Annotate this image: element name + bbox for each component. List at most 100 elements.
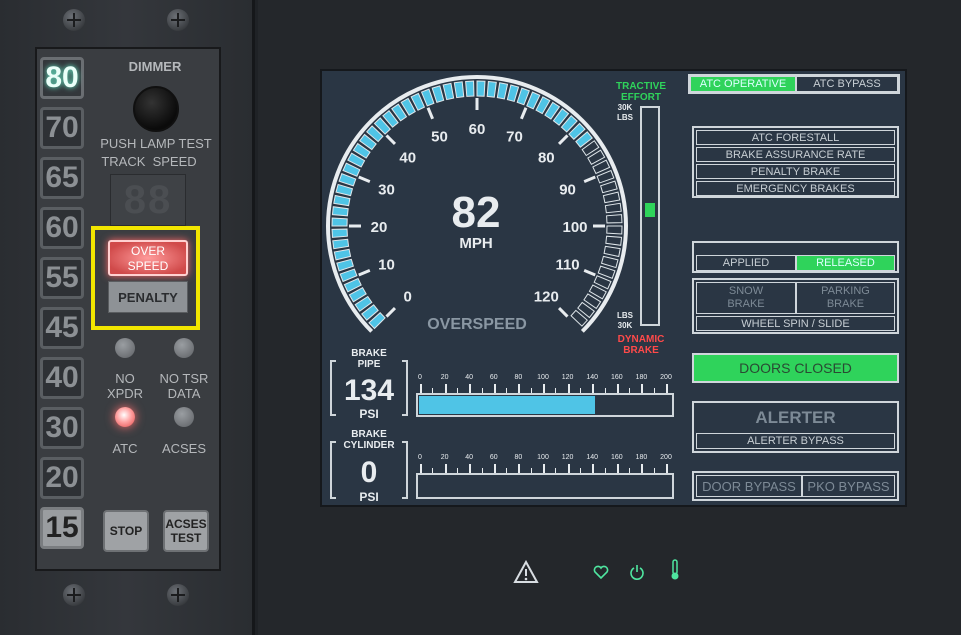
speed-button-60[interactable]: 60 xyxy=(40,207,84,249)
atc-bypass: ATC BYPASS xyxy=(796,76,898,92)
scale-label: 0 xyxy=(418,454,422,461)
no-xpdr-text: XPDR xyxy=(106,386,144,401)
scale-tick xyxy=(469,464,472,473)
parking-brake-text: BRAKE xyxy=(826,298,865,310)
speed-button-40[interactable]: 40 xyxy=(40,357,84,399)
brake-pipe-readout: BRAKE PIPE 134 PSI xyxy=(330,348,410,422)
emergency-brakes: EMERGENCY BRAKES xyxy=(696,181,895,196)
snow-brake: SNOW BRAKE xyxy=(696,282,796,314)
speed-tick xyxy=(583,269,596,277)
speed-button-70[interactable]: 70 xyxy=(40,107,84,149)
scale-tick xyxy=(616,464,619,473)
tractive-effort-label: TRACTIVE EFFORT xyxy=(612,81,670,103)
scale-label: 200 xyxy=(660,374,672,381)
speed-arc-segment xyxy=(465,80,475,97)
thermometer-icon xyxy=(671,559,679,580)
scale-tick xyxy=(444,464,447,473)
speed-tick-label: 50 xyxy=(431,128,448,145)
speed-arc-segment xyxy=(496,82,509,100)
brake-cylinder-label: BRAKE CYLINDER xyxy=(330,429,408,451)
speed-tick xyxy=(557,306,569,318)
released-status: RELEASED xyxy=(796,255,895,271)
stop-button[interactable]: STOP xyxy=(103,510,149,552)
speed-arc-segment xyxy=(600,180,618,194)
no-tsr-text: NO TSR xyxy=(159,371,209,386)
speed-tick xyxy=(358,269,371,277)
dynamic-label-text: BRAKE xyxy=(623,345,659,356)
wheel-brake-group: SNOW BRAKE PARKING BRAKE WHEEL SPIN / SL… xyxy=(692,278,899,334)
tractive-bar xyxy=(640,106,660,326)
scale-tick xyxy=(543,384,545,393)
brake-cylinder-readout: BRAKE CYLINDER 0 PSI xyxy=(330,429,410,505)
speed-arc-segment xyxy=(506,84,520,103)
cab-display-screen: 0 10 20 30 40 50 60 70 80 90 100 110 120 82 MPH OVER… xyxy=(320,69,907,507)
scale-label: 40 xyxy=(465,374,474,381)
pko-bypass: PKO BYPASS xyxy=(802,475,895,497)
speed-button-65[interactable]: 65 xyxy=(40,157,84,199)
speed-arc-segment xyxy=(602,191,621,204)
snow-brake-text: BRAKE xyxy=(727,298,765,310)
speed-button-30[interactable]: 30 xyxy=(40,407,84,449)
speed-tick xyxy=(520,107,528,120)
speed-tick-label: 90 xyxy=(559,181,576,198)
acses-test-button[interactable]: ACSES TEST xyxy=(163,510,209,552)
tractive-top-scale: 30K LBS xyxy=(614,103,636,123)
scale-tick xyxy=(493,464,496,473)
dynamic-label-text: DYNAMIC xyxy=(617,334,665,345)
track-speed-display: 88 xyxy=(110,174,186,226)
speed-arc-segment xyxy=(596,169,615,184)
speed-button-15[interactable]: 15 xyxy=(40,507,84,549)
scale-tick xyxy=(592,384,595,393)
dimmer-knob[interactable] xyxy=(133,86,179,132)
speed-tick xyxy=(557,134,569,146)
scale-text: 30K xyxy=(617,103,633,112)
speed-arc-segment xyxy=(331,217,348,227)
brake-cylinder-scale: 0 20 40 60 80 100 120 140 160 180 200 xyxy=(416,454,674,474)
tractive-marker xyxy=(645,203,655,217)
speed-tick-label: 80 xyxy=(538,150,555,167)
scale-tick xyxy=(616,384,619,393)
brake-pipe-label: BRAKE PIPE xyxy=(330,348,408,370)
atc-forestall: ATC FORESTALL xyxy=(696,130,895,145)
scale-label: 0 xyxy=(418,374,422,381)
scale-tick xyxy=(518,464,521,473)
speed-arc-segment xyxy=(333,194,351,207)
no-xpdr-label: NO XPDR xyxy=(95,371,155,401)
scale-tick xyxy=(444,384,447,393)
no-xpdr-text: NO xyxy=(115,371,135,386)
speed-tick-label: 100 xyxy=(562,219,587,236)
scale-tick xyxy=(567,464,570,473)
speed-tick-label: 0 xyxy=(404,288,412,305)
scale-label: 160 xyxy=(610,454,623,461)
brake-cylinder-value: 0 xyxy=(360,456,378,489)
speed-value: 82 xyxy=(452,188,501,237)
parking-brake-text: PARKING xyxy=(821,285,870,297)
speed-arc-segment xyxy=(486,80,497,98)
alerter-group: ALERTER ALERTER BYPASS xyxy=(692,401,899,453)
speed-tick-label: 70 xyxy=(506,128,523,145)
lamp-test-label: PUSH LAMP TEST xyxy=(100,136,212,151)
speed-tick xyxy=(385,306,397,318)
speed-button-80[interactable]: 80 xyxy=(40,57,84,99)
screw-icon xyxy=(63,9,85,31)
scale-text: LBS xyxy=(617,311,633,320)
scale-label: 180 xyxy=(635,374,648,381)
scale-text: LBS xyxy=(617,113,633,122)
overspeed-text: OVERSPEED xyxy=(427,316,527,333)
highlight-frame xyxy=(91,226,200,330)
scale-label: 20 xyxy=(440,374,449,381)
screw-icon xyxy=(167,584,189,606)
speed-button-20[interactable]: 20 xyxy=(40,457,84,499)
speed-arc-segment xyxy=(331,206,349,217)
brake-pipe-bar xyxy=(416,393,674,417)
wheel-spin-slide: WHEEL SPIN / SLIDE xyxy=(696,316,895,331)
speed-arc-segment xyxy=(600,255,619,269)
brake-assurance-rate: BRAKE ASSURANCE RATE xyxy=(696,147,895,162)
speed-button-45[interactable]: 45 xyxy=(40,307,84,349)
alerter-bypass: ALERTER BYPASS xyxy=(696,433,895,449)
dynamic-brake-label: DYNAMIC BRAKE xyxy=(612,334,670,356)
acses-label: ACSES xyxy=(161,441,207,456)
no-tsr-text: DATA xyxy=(167,386,201,401)
speed-arc-segment xyxy=(442,82,455,101)
speed-button-55[interactable]: 55 xyxy=(40,257,84,299)
